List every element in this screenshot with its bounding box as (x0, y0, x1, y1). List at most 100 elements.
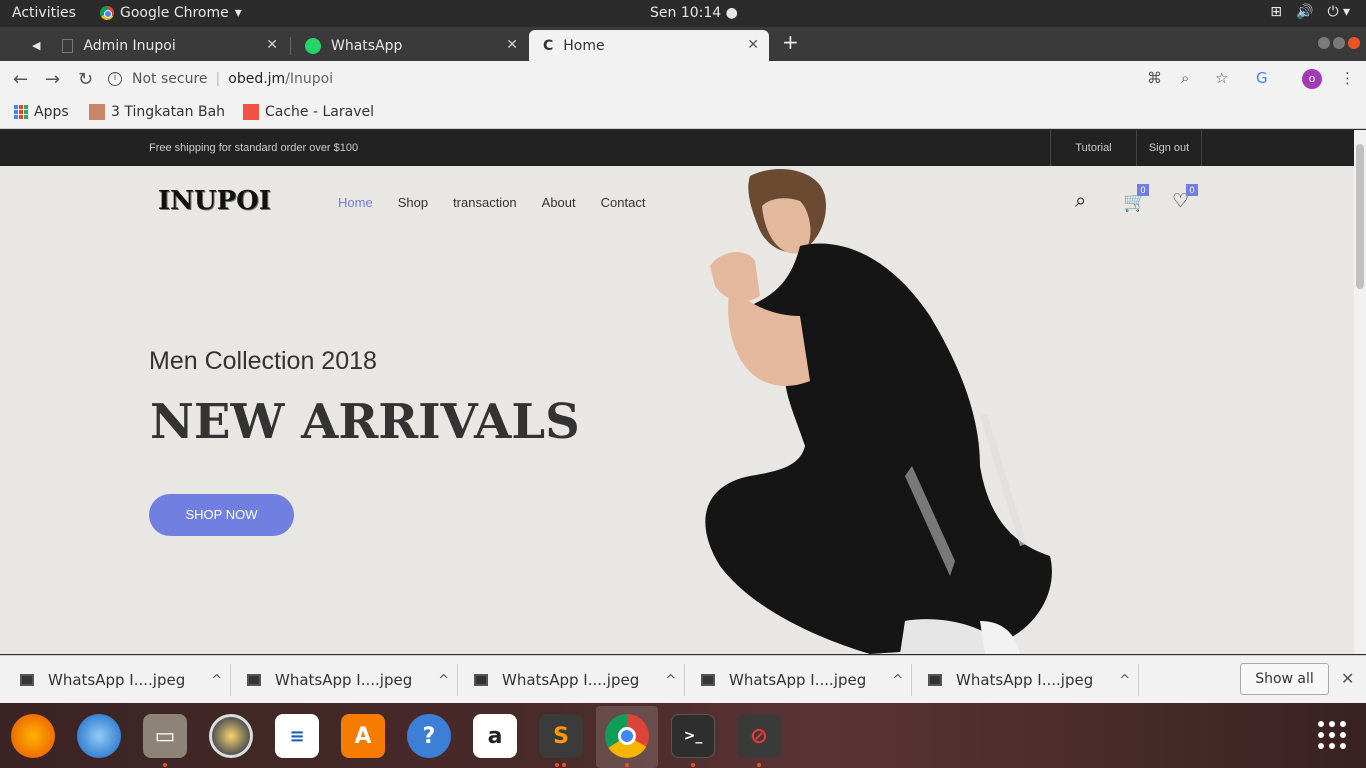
hero-title: NEW ARRIVALS (150, 394, 580, 450)
google-translate-extension-icon[interactable]: G (1256, 69, 1268, 87)
omnibox-divider: | (215, 71, 221, 87)
reload-button[interactable]: ↻ (78, 69, 93, 90)
close-tab-icon[interactable]: ✕ (747, 37, 759, 53)
image-file-icon (701, 674, 715, 686)
back-button[interactable]: ← (13, 69, 28, 90)
menu-transaction[interactable]: transaction (453, 195, 517, 210)
new-tab-button[interactable]: + (782, 30, 799, 54)
ubuntu-dock: ▭ ≡ A ? a S >_ ⊘ (0, 703, 1366, 768)
chevron-up-icon[interactable]: ^ (665, 673, 676, 688)
address-bar[interactable]: i Not secure | obed.jm/Inupoi (108, 65, 1243, 93)
tab-home[interactable]: C Home ✕ (529, 30, 769, 61)
running-indicator (555, 763, 559, 767)
menu-about[interactable]: About (542, 195, 576, 210)
loading-icon: C (543, 37, 554, 54)
chrome-icon (100, 6, 114, 20)
download-shelf: WhatsApp I....jpeg ^ WhatsApp I....jpeg … (0, 655, 1366, 703)
image-file-icon (247, 674, 261, 686)
cart-icon[interactable]: 🛒 0 (1123, 184, 1149, 214)
thunderbird-icon[interactable] (77, 714, 121, 758)
profile-avatar[interactable]: o (1302, 69, 1322, 89)
tutorial-link[interactable]: Tutorial (1050, 130, 1136, 166)
translate-icon[interactable]: ⌘ (1147, 69, 1162, 87)
files-icon[interactable]: ▭ (143, 714, 187, 758)
tab-whatsapp[interactable]: WhatsApp ✕ (291, 30, 528, 61)
search-icon[interactable]: ⌕ (1075, 190, 1086, 213)
minimize-icon[interactable] (1318, 37, 1330, 49)
scrollbar-thumb[interactable] (1356, 144, 1364, 289)
menu-home[interactable]: Home (338, 195, 373, 210)
tab-label: Home (563, 37, 605, 54)
download-divider (230, 664, 231, 696)
url-text: obed.jm/Inupoi (228, 71, 334, 87)
close-tab-icon[interactable]: ✕ (506, 37, 518, 53)
running-indicator (163, 763, 167, 767)
close-tab-icon[interactable]: ✕ (266, 37, 278, 53)
blocked-app-icon[interactable]: ⊘ (737, 714, 781, 758)
amazon-icon[interactable]: a (473, 714, 517, 758)
firefox-icon[interactable] (11, 714, 55, 758)
download-item[interactable]: WhatsApp I....jpeg ^ (701, 656, 903, 704)
bookmark-star-icon[interactable]: ☆ (1215, 69, 1228, 87)
maximize-icon[interactable] (1333, 37, 1345, 49)
page-scrollbar[interactable] (1354, 130, 1366, 654)
tab-label: Admin Inupoi (83, 37, 176, 54)
power-icon: ⏻ ▾ (1327, 4, 1350, 20)
download-divider (457, 664, 458, 696)
rhythmbox-icon[interactable] (209, 714, 253, 758)
avatar-favicon-icon (89, 104, 105, 120)
download-divider (911, 664, 912, 696)
ubuntu-top-bar: Activities Google Chrome ▾ Sen 10:14 ● ⊞… (0, 0, 1366, 27)
help-icon[interactable]: ? (407, 714, 451, 758)
download-item[interactable]: WhatsApp I....jpeg ^ (928, 656, 1130, 704)
menu-contact[interactable]: Contact (601, 195, 646, 210)
chevron-up-icon[interactable]: ^ (1119, 673, 1130, 688)
info-icon: i (108, 72, 122, 86)
clock[interactable]: Sen 10:14 ● (650, 5, 738, 21)
chevron-up-icon[interactable]: ^ (892, 673, 903, 688)
running-indicator (691, 763, 695, 767)
wishlist-heart-icon[interactable]: ♡ 0 (1172, 184, 1198, 213)
chevron-up-icon[interactable]: ^ (211, 673, 222, 688)
chevron-up-icon[interactable]: ^ (438, 673, 449, 688)
audio-icon: ◀ (32, 39, 41, 52)
download-item[interactable]: WhatsApp I....jpeg ^ (20, 656, 222, 704)
forward-button[interactable]: → (45, 69, 60, 90)
site-logo[interactable]: INUPOI (158, 186, 271, 216)
tab-strip: ◀ Admin Inupoi ✕ WhatsApp ✕ C Home ✕ + (0, 27, 1366, 61)
menu-shop[interactable]: Shop (398, 195, 428, 210)
libreoffice-writer-icon[interactable]: ≡ (275, 714, 319, 758)
tab-admin-inupoi[interactable]: ◀ Admin Inupoi ✕ (18, 30, 288, 61)
download-divider (1138, 664, 1139, 696)
wishlist-count-badge: 0 (1186, 184, 1198, 196)
network-icon: ⊞ (1270, 4, 1282, 20)
main-menu: Home Shop transaction About Contact (338, 195, 645, 210)
bookmark-tingkatan[interactable]: 3 Tingkatan Bah (89, 104, 225, 120)
shop-now-button[interactable]: SHOP NOW (149, 494, 294, 536)
hero-model-image (705, 168, 1052, 654)
tab-label: WhatsApp (331, 37, 403, 54)
sublime-text-icon[interactable]: S (539, 714, 583, 758)
download-item[interactable]: WhatsApp I....jpeg ^ (474, 656, 676, 704)
cart-count-badge: 0 (1137, 184, 1149, 196)
hero-subtitle: Men Collection 2018 (149, 347, 377, 375)
zoom-icon[interactable]: ⌕ (1181, 69, 1189, 87)
page-icon (62, 38, 74, 53)
show-all-downloads-button[interactable]: Show all (1240, 663, 1329, 695)
download-item[interactable]: WhatsApp I....jpeg ^ (247, 656, 449, 704)
bookmark-apps[interactable]: Apps (14, 104, 69, 120)
software-center-icon[interactable]: A (341, 714, 385, 758)
promo-bar: Free shipping for standard order over $1… (0, 130, 1354, 166)
close-window-icon[interactable] (1348, 37, 1360, 49)
terminal-icon[interactable]: >_ (671, 714, 715, 758)
show-applications-icon[interactable] (1318, 721, 1346, 749)
bookmark-cache-laravel[interactable]: Cache - Laravel - (243, 104, 375, 120)
image-file-icon (928, 674, 942, 686)
activities-button[interactable]: Activities (12, 5, 76, 21)
close-download-shelf-icon[interactable]: ✕ (1341, 669, 1354, 688)
app-menu[interactable]: Google Chrome ▾ (100, 5, 242, 21)
chrome-dock-icon[interactable] (605, 714, 649, 758)
system-menu[interactable]: ⊞ 🔊 ⏻ ▾ (1270, 4, 1350, 20)
menu-icon[interactable]: ⋮ (1340, 69, 1355, 87)
sign-out-link[interactable]: Sign out (1136, 130, 1202, 166)
